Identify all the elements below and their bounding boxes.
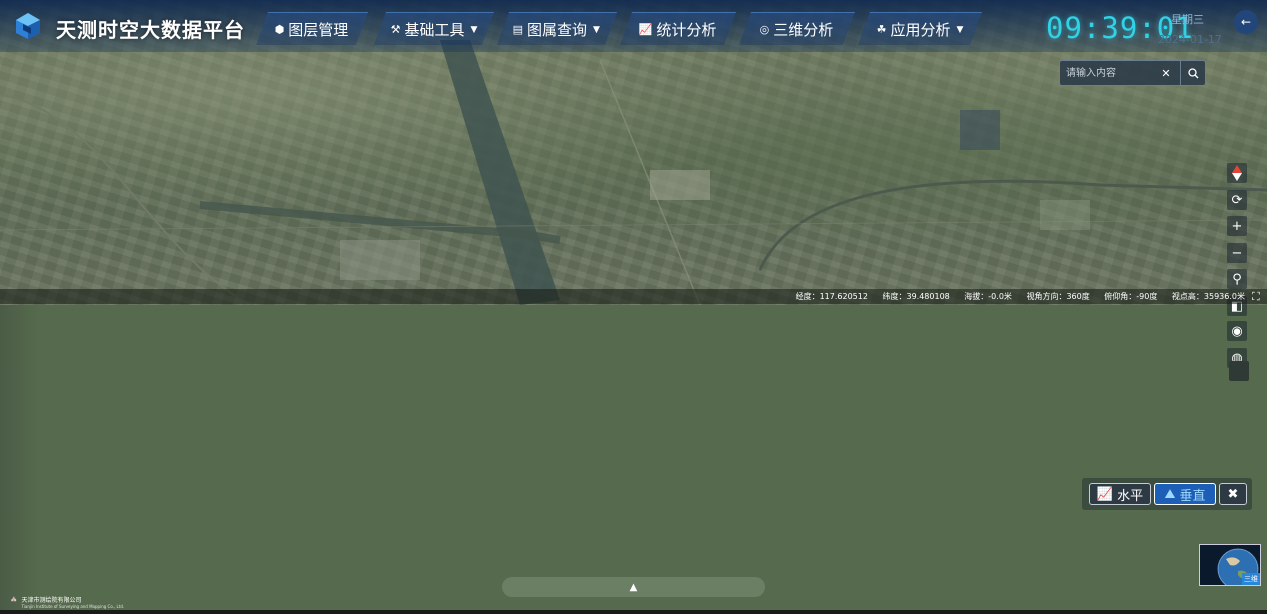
nav-label: 统计分析 [656, 20, 717, 39]
company-name-en: Tianjin Institute of Surveying and Mappi… [21, 604, 125, 609]
close-icon: ✖ [1227, 486, 1239, 502]
altitude-readout: 海拔：-0.0米 [964, 292, 1012, 301]
caret-up-icon: ▲ [629, 581, 638, 593]
query-icon: ▤ [513, 22, 524, 36]
bottom-strip [0, 610, 1267, 614]
caret-down-icon: ▼ [470, 24, 478, 34]
clock-date: 2024-01-17 [1158, 33, 1222, 46]
nav-attribute-query[interactable]: ▤ 图属查询 ▼ [496, 12, 618, 45]
coordinate-readout: 经度：117.620512 纬度：39.480108 海拔：-0.0米 视角方向… [784, 291, 1245, 302]
height-readout: 视点高：35936.0米 [1171, 292, 1245, 301]
search-box: ✕ [1059, 60, 1206, 86]
compass-icon[interactable] [1227, 163, 1247, 183]
nav-label: 基础工具 [404, 20, 465, 39]
locate-user-icon[interactable]: ⚲ [1227, 269, 1247, 289]
search-input[interactable] [1064, 63, 1163, 83]
nav-label: 应用分析 [890, 20, 951, 39]
nav-application-analysis[interactable]: ☘ 应用分析 ▼ [857, 12, 983, 45]
nav-layer-management[interactable]: ⬢ 图层管理 [255, 12, 369, 45]
cube-logo-icon [16, 13, 40, 39]
horizontal-label: 水平 [1117, 488, 1144, 504]
eye-icon[interactable]: ◉ [1227, 321, 1247, 341]
vertical-button[interactable]: ⛰ 垂直 [1154, 483, 1216, 505]
caret-down-icon: ▼ [593, 24, 601, 34]
nav-label: 图层管理 [288, 20, 349, 39]
company-logo: ⛪ 天津市测绘院有限公司 Tianjin Institute of Surveyi… [10, 595, 124, 609]
thumbnail-label: 三维 [1242, 573, 1260, 585]
company-mark-icon: ⛪ [10, 595, 18, 602]
latitude-readout: 纬度：39.480108 [882, 292, 950, 301]
fullscreen-icon[interactable]: ⛶ [1252, 290, 1260, 304]
close-button[interactable]: ✖ [1219, 483, 1247, 505]
zoom-out-icon[interactable]: − [1227, 243, 1247, 263]
longitude-readout: 经度：117.620512 [795, 292, 868, 301]
clock-weekday: 星期三 [1171, 13, 1204, 26]
nav-label: 三维分析 [773, 20, 834, 39]
nav-basic-tools[interactable]: ⚒ 基础工具 ▼ [373, 12, 495, 45]
3d-view-thumbnail[interactable]: 三维 [1199, 544, 1261, 586]
refresh-icon[interactable]: ⟳ [1227, 190, 1247, 210]
chart-icon: 📈 [638, 22, 653, 36]
arrow-left-icon: ← [1240, 15, 1252, 29]
company-name: 天津市测绘院有限公司 [21, 597, 82, 604]
layers-icon: ⬢ [275, 22, 285, 36]
apps-icon: ☘ [876, 22, 887, 36]
terrain-area[interactable] [0, 305, 1267, 614]
heading-readout: 视角方向：360度 [1026, 292, 1090, 301]
caret-down-icon: ▼ [956, 24, 964, 34]
header-bar: 天测时空大数据平台 ⬢ 图层管理 ⚒ 基础工具 ▼ ▤ 图属查询 ▼ 📈 统计分析 ◎ 三维分… [0, 0, 1267, 52]
vertical-label: 垂直 [1179, 488, 1206, 504]
tools-icon: ⚒ [390, 22, 401, 36]
bottom-panel-toggle[interactable]: ▲ [502, 577, 765, 597]
nav-label: 图属查询 [527, 20, 588, 39]
horizontal-button[interactable]: 📈 水平 [1089, 483, 1151, 505]
3d-icon: ◎ [760, 22, 770, 36]
back-button[interactable]: ← [1234, 10, 1258, 34]
search-icon[interactable] [1180, 61, 1205, 85]
app-title: 天测时空大数据平台 [56, 18, 245, 42]
pitch-readout: 俯仰角：-90度 [1104, 292, 1158, 301]
line-chart-icon: 📈 [1096, 486, 1114, 502]
nav-statistics[interactable]: 📈 统计分析 [619, 12, 737, 45]
area-chart-icon: ⛰ [1164, 486, 1176, 502]
zoom-in-icon[interactable]: + [1227, 216, 1247, 236]
clear-icon[interactable]: ✕ [1160, 61, 1172, 85]
nav-3d-analysis[interactable]: ◎ 三维分析 [738, 12, 856, 45]
tool-slot[interactable] [1229, 361, 1249, 381]
